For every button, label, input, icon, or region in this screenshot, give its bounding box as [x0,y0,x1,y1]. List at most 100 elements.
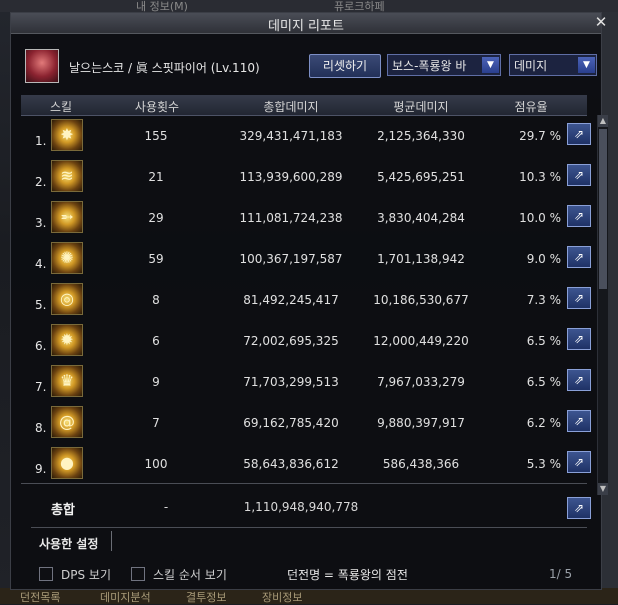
dps-view-checkbox[interactable] [39,567,53,581]
total-damage-cell: 81,492,245,417 [243,293,339,307]
share-cell: 5.3 % [526,457,561,471]
share-button[interactable]: ⇗ [567,410,591,432]
total-damage-cell: 72,002,695,325 [243,334,339,348]
share-icon: ⇗ [573,332,585,346]
scroll-down-icon[interactable]: ▼ [598,483,608,495]
character-name: 날으는스코 / 眞 스핏파이어 (Lv.110) [69,61,260,75]
share-cell: 10.3 % [519,170,561,184]
divider [21,483,587,484]
metric-select[interactable]: 데미지 ▼ [509,54,597,76]
damage-report-window: 데미지 리포트 ✕ 날으는스코 / 眞 스핏파이어 (Lv.110) 리셋하기 … [10,12,608,590]
total-label: 총합 [51,503,75,518]
skill-order-checkbox[interactable] [131,567,145,581]
background-label: 장비정보 [262,591,303,604]
column-header-share: 점유율 [514,100,548,114]
total-damage-cell: 100,367,197,587 [239,252,343,266]
vortex-icon: ◎ [51,283,83,315]
share-total-button[interactable]: ⇗ [567,497,591,519]
table-row: 8. @7 69,162,785,420 9,880,397,917 6.2 % ⇗ [21,403,591,444]
share-cell: 29.7 % [519,129,561,143]
share-button[interactable]: ⇗ [567,164,591,186]
table-header: 스킬 사용횟수 총합데미지 평균데미지 점유율 [21,95,587,116]
explosion-icon: ✹ [51,324,83,356]
page-indicator: 1/ 5 [549,567,573,581]
avg-damage-cell: 7,967,033,279 [377,375,465,389]
background-bottom-bar: 던전목록 데미지분석 결투정보 장비정보 [0,588,618,604]
avg-damage-cell: 5,425,695,251 [377,170,465,184]
table-row: 4. ✺ 59 100,367,197,587 1,701,138,942 9.0 % ⇗ [21,239,591,280]
divider [111,531,112,551]
scroll-thumb[interactable] [599,129,607,289]
avg-damage-cell: 12,000,449,220 [373,334,469,348]
share-cell: 10.0 % [519,211,561,225]
total-damage-cell: 71,703,299,513 [243,375,339,389]
share-cell: 6.5 % [526,375,561,389]
chevron-down-icon[interactable]: ▼ [578,57,595,73]
table-row: 2. ≋ 21 113,939,600,289 5,425,695,251 10.3 % ⇗ [21,157,591,198]
chevron-down-icon[interactable]: ▼ [482,57,499,73]
share-button[interactable]: ⇗ [567,369,591,391]
share-cell: 7.3 % [526,293,561,307]
skill-order-label[interactable]: 스킬 순서 보기 [153,566,227,583]
dungeon-name: 던전명 = 폭룡왕의 점전 [287,568,408,582]
avg-damage-cell: 1,701,138,942 [377,252,465,266]
total-damage-cell: 113,939,600,289 [239,170,343,184]
table-row: 9. ● 100 58,643,836,612 586,438,366 5.3 % ⇗ [21,444,591,485]
background-label: 던전목록 [20,591,61,604]
share-icon: ⇗ [573,501,585,515]
skill-table: 스킬 사용횟수 총합데미지 평균데미지 점유율 1. ✸ 155 329,431,47… [21,95,608,541]
character-avatar [25,49,59,83]
table-row: 7. ♛ 9 71,703,299,513 7,967,033,279 6.5 % ⇗ [21,362,591,403]
table-row: 6. ✹ 6 72,002,695,325 12,000,449,220 6.5 % ⇗ [21,321,591,362]
uses-cell: 29 [148,211,164,225]
share-cell: 6.5 % [526,334,561,348]
row-number: 3. [35,216,47,230]
share-icon: ⇗ [573,414,585,428]
uses-cell: 59 [148,252,164,266]
column-header-uses: 사용횟수 [134,100,180,114]
row-number: 4. [35,257,47,271]
background-top-bar: 내 정보(M) 퓨로크하페 [0,0,618,13]
window-titlebar[interactable]: 데미지 리포트 ✕ [11,13,607,34]
background-label: 데미지분석 [100,591,151,604]
total-row: 총합 - 1,110,948,940,778 ⇗ [21,493,591,523]
flash-beam-icon: ✺ [51,242,83,274]
share-icon: ⇗ [573,373,585,387]
metric-select-value: 데미지 [514,59,548,73]
close-icon[interactable]: ✕ [593,14,609,30]
column-header-total-damage: 총합데미지 [263,100,319,114]
dps-view-label[interactable]: DPS 보기 [61,566,111,583]
share-button[interactable]: ⇗ [567,328,591,350]
row-number: 2. [35,175,47,189]
share-icon: ⇗ [573,168,585,182]
share-icon: ⇗ [573,291,585,305]
reset-button[interactable]: 리셋하기 [309,54,381,78]
table-row: 5. ◎ 8 81,492,245,417 10,186,530,677 7.3 % ⇗ [21,280,591,321]
share-button[interactable]: ⇗ [567,246,591,268]
uses-cell: 7 [152,416,160,430]
share-button[interactable]: ⇗ [567,287,591,309]
uses-cell: 8 [152,293,160,307]
avg-damage-cell: 10,186,530,677 [373,293,469,307]
used-settings-label: 사용한 설정 [39,537,99,551]
scroll-up-icon[interactable]: ▲ [598,115,608,127]
background-label: 결투정보 [186,591,227,604]
share-button[interactable]: ⇗ [567,451,591,473]
dungeon-select[interactable]: 보스-폭룡왕 바 ▼ [387,54,501,76]
uses-cell: 9 [152,375,160,389]
avg-damage-cell: 2,125,364,330 [377,129,465,143]
total-uses: - [163,500,169,514]
share-button[interactable]: ⇗ [567,205,591,227]
row-number: 1. [35,134,47,148]
grenade-burst-icon: ✸ [51,119,83,151]
scrollbar[interactable]: ▲ ▼ [597,115,608,495]
bomb-icon: ● [51,447,83,479]
share-icon: ⇗ [573,455,585,469]
window-title: 데미지 리포트 [268,19,344,34]
bullet-shot-icon: ➵ [51,201,83,233]
dungeon-select-value: 보스-폭룡왕 바 [392,59,467,73]
total-damage-cell: 58,643,836,612 [243,457,339,471]
share-button[interactable]: ⇗ [567,123,591,145]
report-footer: DPS 보기 스킬 순서 보기 던전명 = 폭룡왕의 점전 1/ 5 [21,563,611,585]
share-icon: ⇗ [573,250,585,264]
